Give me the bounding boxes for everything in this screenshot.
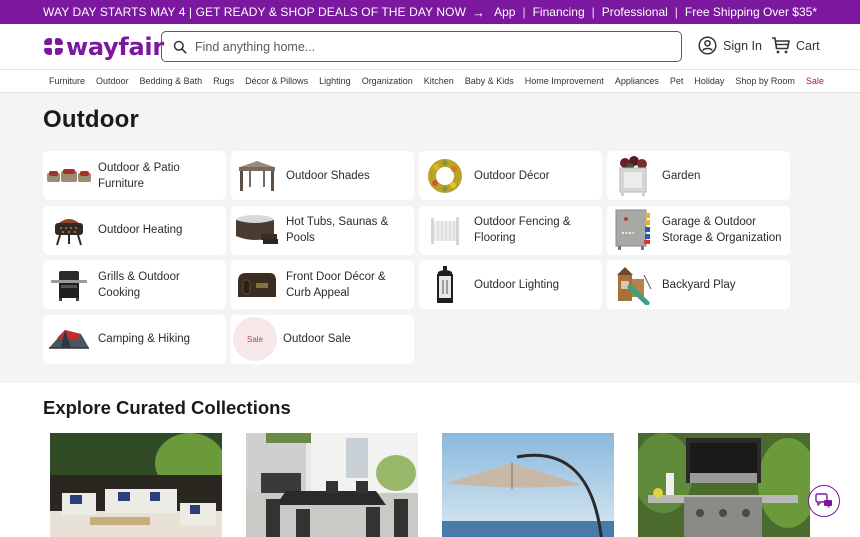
patio-furniture-image xyxy=(46,156,92,196)
category-tile-garden[interactable]: Garden xyxy=(607,151,790,200)
nav-item-holiday[interactable]: Holiday xyxy=(694,76,724,86)
promo-bar: WAY DAY STARTS MAY 4 | GET READY & SHOP … xyxy=(0,0,860,24)
category-tile-outdoor-shades[interactable]: Outdoor Shades xyxy=(231,151,414,200)
grill-collection-image xyxy=(638,433,810,537)
cart-icon xyxy=(772,37,790,54)
category-label: Outdoor Fencing & Flooring xyxy=(474,216,571,244)
nav-item-appliances[interactable]: Appliances xyxy=(615,76,659,86)
collection-card-patio-dining[interactable] xyxy=(246,433,418,537)
nav-item-lighting[interactable]: Lighting xyxy=(319,76,351,86)
category-tile-camping-hiking[interactable]: Camping & Hiking xyxy=(43,314,226,364)
wreath-image xyxy=(422,156,468,196)
patio-seating-image xyxy=(50,433,222,537)
category-label: Outdoor Décor xyxy=(474,169,550,182)
nav-item-organization[interactable]: Organization xyxy=(362,76,413,86)
sign-in-button[interactable]: Sign In xyxy=(698,36,762,55)
category-label: Garage & Outdoor Storage & Organization xyxy=(662,216,782,244)
category-label: Outdoor Heating xyxy=(98,224,183,236)
patio-dining-image xyxy=(246,433,418,537)
category-label: Outdoor Shades xyxy=(286,169,370,182)
category-label: Garden xyxy=(662,169,701,182)
category-label: Camping & Hiking xyxy=(98,333,191,345)
nav-item-kitchen[interactable]: Kitchen xyxy=(424,76,454,86)
grill-image xyxy=(46,265,92,305)
outdoor-category-section: Outdoor Outdoor & Patio Furniture Outdoo… xyxy=(0,93,860,383)
nav-item-sale[interactable]: Sale xyxy=(806,76,824,86)
category-label: Grills & Outdoor Cooking xyxy=(98,270,180,299)
planter-image xyxy=(610,155,656,196)
hot-tub-image xyxy=(234,210,280,250)
collection-card-patio-seating[interactable] xyxy=(50,433,222,537)
nav-item-shop-by-room[interactable]: Shop by Room xyxy=(735,76,795,86)
nav-item-outdoor[interactable]: Outdoor xyxy=(96,76,129,86)
sale-badge-text: Sale xyxy=(246,334,263,344)
category-nav: Furniture Outdoor Bedding & Bath Rugs Dé… xyxy=(0,70,860,93)
mailbox-image xyxy=(234,265,280,305)
financing-link[interactable]: Financing xyxy=(533,5,585,19)
category-tile-grills[interactable]: Grills & Outdoor Cooking xyxy=(43,260,226,309)
pegboard-image xyxy=(610,209,656,250)
app-link[interactable]: App xyxy=(494,5,515,19)
logo-mark-icon xyxy=(44,38,64,56)
cart-label: Cart xyxy=(796,38,820,53)
category-grid: Outdoor & Patio Furniture Outdoor Shades… xyxy=(43,151,790,364)
separator: | xyxy=(591,5,595,19)
separator: | xyxy=(522,5,526,19)
category-label: Outdoor Lighting xyxy=(474,278,560,291)
cart-button[interactable]: Cart xyxy=(771,36,820,55)
lantern-image xyxy=(422,265,468,305)
category-label: Outdoor Sale xyxy=(283,333,351,345)
page-title: Outdoor xyxy=(43,106,140,133)
wayfair-logo[interactable]: wayfair xyxy=(44,33,164,61)
promo-link[interactable]: WAY DAY STARTS MAY 4 | GET READY & SHOP … xyxy=(43,0,485,24)
separator: | xyxy=(674,5,678,19)
chat-button[interactable] xyxy=(808,485,840,517)
chat-icon xyxy=(815,493,832,509)
search-icon xyxy=(173,40,187,54)
category-tile-outdoor-sale[interactable]: Sale Outdoor Sale xyxy=(231,314,414,364)
category-tile-fencing-flooring[interactable]: Outdoor Fencing & Flooring xyxy=(419,205,602,255)
playset-image xyxy=(610,265,656,305)
category-label: Backyard Play xyxy=(662,278,736,291)
category-tile-outdoor-decor[interactable]: Outdoor Décor xyxy=(419,151,602,200)
category-label: Hot Tubs, Saunas & Pools xyxy=(286,216,389,244)
logo-text: wayfair xyxy=(66,33,164,61)
collection-card-grill[interactable] xyxy=(638,433,810,537)
site-header: wayfair Sign In Cart xyxy=(0,24,860,70)
search-box[interactable] xyxy=(161,31,682,62)
gazebo-image xyxy=(234,156,280,196)
nav-item-baby-kids[interactable]: Baby & Kids xyxy=(465,76,514,86)
search-input[interactable] xyxy=(195,39,645,54)
category-tile-backyard-play[interactable]: Backyard Play xyxy=(607,260,790,309)
sale-badge: Sale xyxy=(233,317,277,361)
nav-item-rugs[interactable]: Rugs xyxy=(213,76,234,86)
tent-image xyxy=(46,319,92,359)
category-tile-hot-tubs[interactable]: Hot Tubs, Saunas & Pools xyxy=(231,205,414,255)
category-tile-patio-furniture[interactable]: Outdoor & Patio Furniture xyxy=(43,151,226,200)
category-label: Outdoor & Patio Furniture xyxy=(98,161,180,190)
free-shipping-link[interactable]: Free Shipping Over $35* xyxy=(685,5,817,19)
fence-image xyxy=(422,210,468,250)
category-tile-outdoor-heating[interactable]: Outdoor Heating xyxy=(43,205,226,255)
account-icon xyxy=(698,36,717,55)
sign-in-label: Sign In xyxy=(723,38,762,53)
category-tile-outdoor-lighting[interactable]: Outdoor Lighting xyxy=(419,260,602,309)
nav-item-decor-pillows[interactable]: Décor & Pillows xyxy=(245,76,308,86)
umbrella-image xyxy=(442,433,614,537)
nav-item-home-improvement[interactable]: Home Improvement xyxy=(525,76,604,86)
section-title: Explore Curated Collections xyxy=(43,397,291,418)
promo-message[interactable]: WAY DAY STARTS MAY 4 | GET READY & SHOP … xyxy=(43,5,466,19)
arrow-right-icon: → xyxy=(472,4,486,20)
fire-pit-image xyxy=(46,210,92,250)
nav-item-bedding-bath[interactable]: Bedding & Bath xyxy=(140,76,203,86)
curated-collections-section: Explore Curated Collections xyxy=(0,383,860,537)
category-tile-garage-storage[interactable]: Garage & Outdoor Storage & Organization xyxy=(607,205,790,255)
nav-item-furniture[interactable]: Furniture xyxy=(49,76,85,86)
utility-links: App | Financing | Professional | Free Sh… xyxy=(494,0,817,24)
professional-link[interactable]: Professional xyxy=(602,5,668,19)
category-tile-front-door-decor[interactable]: Front Door Décor & Curb Appeal xyxy=(231,260,414,309)
category-label: Front Door Décor & Curb Appeal xyxy=(286,270,386,299)
nav-item-pet[interactable]: Pet xyxy=(670,76,684,86)
collection-card-umbrella[interactable] xyxy=(442,433,614,537)
